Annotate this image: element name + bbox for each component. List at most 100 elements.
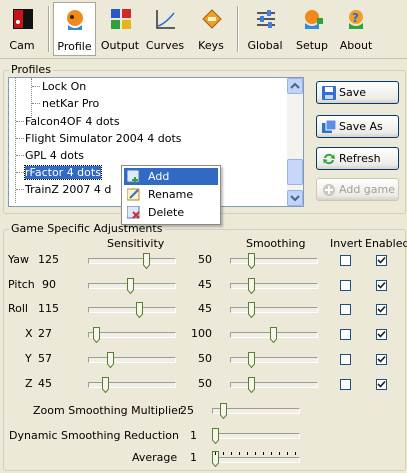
save-as-button[interactable]: Save As	[316, 115, 399, 138]
sensitivity-slider-thumb[interactable]	[127, 278, 134, 294]
list-item[interactable]: netKar Pro	[42, 95, 99, 112]
sensitivity-header: Sensitivity	[107, 237, 165, 250]
list-item[interactable]: GPL 4 dots	[25, 147, 84, 164]
toolbar-setup-label: Setup	[295, 39, 329, 52]
average-slider[interactable]	[212, 457, 300, 463]
checkmark-icon	[377, 256, 386, 264]
smoothing-slider-thumb[interactable]	[270, 327, 277, 343]
axis-name: Z	[25, 377, 33, 390]
sensitivity-slider-thumb[interactable]	[136, 302, 143, 318]
axis-name: X	[25, 327, 33, 340]
toolbar-setup-button[interactable]: Setup	[290, 2, 334, 56]
invert-checkbox[interactable]	[340, 255, 351, 266]
profiles-group-title: Profiles	[9, 63, 53, 76]
smoothing-slider-thumb[interactable]	[248, 352, 255, 368]
axis-name: Yaw	[8, 253, 29, 266]
axis-name: Y	[25, 352, 32, 365]
invert-checkbox[interactable]	[340, 379, 351, 390]
smoothing-slider[interactable]	[230, 283, 318, 289]
list-item[interactable]: TrainZ 2007 4 d	[25, 181, 111, 198]
save-button[interactable]: Save	[316, 81, 399, 104]
sensitivity-slider[interactable]	[88, 307, 176, 313]
checkmark-icon	[377, 355, 386, 363]
toolbar-global-label: Global	[247, 39, 283, 52]
add-item-icon	[127, 170, 140, 183]
invert-checkbox[interactable]	[340, 304, 351, 315]
context-menu-add[interactable]: Add	[124, 168, 218, 185]
sensitivity-value: 27	[38, 327, 52, 340]
enabled-checkbox[interactable]	[376, 379, 387, 390]
zoom-smoothing-slider-thumb[interactable]	[220, 403, 227, 419]
toolbar-global-button[interactable]: Global	[243, 2, 287, 56]
checkmark-icon	[377, 330, 386, 338]
context-menu-delete[interactable]: Delete	[124, 204, 218, 221]
smoothing-slider[interactable]	[230, 357, 318, 363]
sensitivity-slider-thumb[interactable]	[107, 352, 114, 368]
toolbar-profile-label: Profile	[57, 40, 92, 53]
delete-icon	[127, 206, 140, 219]
sensitivity-value: 45	[38, 377, 52, 390]
sensitivity-slider[interactable]	[88, 258, 176, 264]
slider-tick	[231, 452, 232, 455]
chevron-down-icon	[290, 195, 300, 202]
sensitivity-slider-thumb[interactable]	[102, 377, 109, 393]
checkmark-icon	[377, 281, 386, 289]
invert-header: Invert	[330, 237, 363, 250]
setup-icon	[305, 10, 323, 29]
sensitivity-slider-thumb[interactable]	[143, 253, 150, 269]
list-item[interactable]: Flight Simulator 2004 4 dots	[25, 130, 182, 147]
toolbar-cam-button[interactable]: Cam	[0, 2, 44, 56]
slider-tick	[215, 452, 216, 455]
toolbar-output-label: Output	[100, 39, 140, 52]
checkmark-icon	[377, 380, 386, 388]
toolbar-keys-button[interactable]: Keys	[189, 2, 233, 56]
enabled-checkbox[interactable]	[376, 329, 387, 340]
smoothing-value: 50	[198, 253, 212, 266]
list-item[interactable]: Lock On	[42, 78, 86, 95]
toolbar-output-button[interactable]: Output	[98, 2, 142, 56]
add-game-button[interactable]: Add game	[316, 178, 399, 201]
toolbar-about-label: About	[339, 39, 373, 52]
enabled-checkbox[interactable]	[376, 255, 387, 266]
average-label: Average	[132, 451, 178, 464]
smoothing-slider-thumb[interactable]	[248, 377, 255, 393]
context-menu-rename[interactable]: Rename	[124, 186, 218, 203]
invert-checkbox[interactable]	[340, 354, 351, 365]
enabled-checkbox[interactable]	[376, 280, 387, 291]
dynamic-smoothing-slider[interactable]	[212, 433, 300, 439]
toolbar-profile-button[interactable]: Profile	[53, 2, 96, 56]
profiles-scrollbar[interactable]	[287, 78, 303, 206]
enabled-checkbox[interactable]	[376, 304, 387, 315]
dynamic-smoothing-slider-thumb[interactable]	[212, 428, 219, 444]
list-item[interactable]: Falcon4OF 4 dots	[25, 113, 120, 130]
dynamic-smoothing-label: Dynamic Smoothing Reduction	[9, 429, 179, 442]
scroll-down-button[interactable]	[287, 190, 303, 206]
sensitivity-slider[interactable]	[88, 357, 176, 363]
toolbar-about-button[interactable]: ? About	[334, 2, 378, 56]
smoothing-slider[interactable]	[230, 382, 318, 388]
smoothing-slider[interactable]	[230, 307, 318, 313]
sensitivity-slider-thumb[interactable]	[93, 327, 100, 343]
invert-checkbox[interactable]	[340, 280, 351, 291]
smoothing-value: 50	[198, 377, 212, 390]
scroll-up-button[interactable]	[287, 78, 303, 94]
smoothing-slider[interactable]	[230, 258, 318, 264]
refresh-button[interactable]: Refresh	[316, 147, 399, 170]
refresh-icon	[323, 153, 335, 165]
list-item-selected[interactable]: rFactor 4 dots	[24, 164, 102, 181]
svg-text:?: ?	[352, 11, 359, 25]
scroll-thumb[interactable]	[287, 159, 303, 185]
zoom-smoothing-value: 25	[180, 404, 194, 417]
smoothing-slider-thumb[interactable]	[248, 278, 255, 294]
invert-checkbox[interactable]	[340, 329, 351, 340]
sensitivity-value: 125	[38, 253, 59, 266]
smoothing-value: 45	[198, 278, 212, 291]
toolbar-curves-button[interactable]: Curves	[143, 2, 187, 56]
dynamic-smoothing-value: 1	[190, 429, 197, 442]
toolbar: Cam Profile Output Curves Keys Global Se…	[0, 0, 407, 59]
smoothing-slider-thumb[interactable]	[248, 253, 255, 269]
smoothing-slider-thumb[interactable]	[248, 302, 255, 318]
sensitivity-slider[interactable]	[88, 332, 176, 338]
slider-tick	[247, 452, 248, 455]
enabled-checkbox[interactable]	[376, 354, 387, 365]
